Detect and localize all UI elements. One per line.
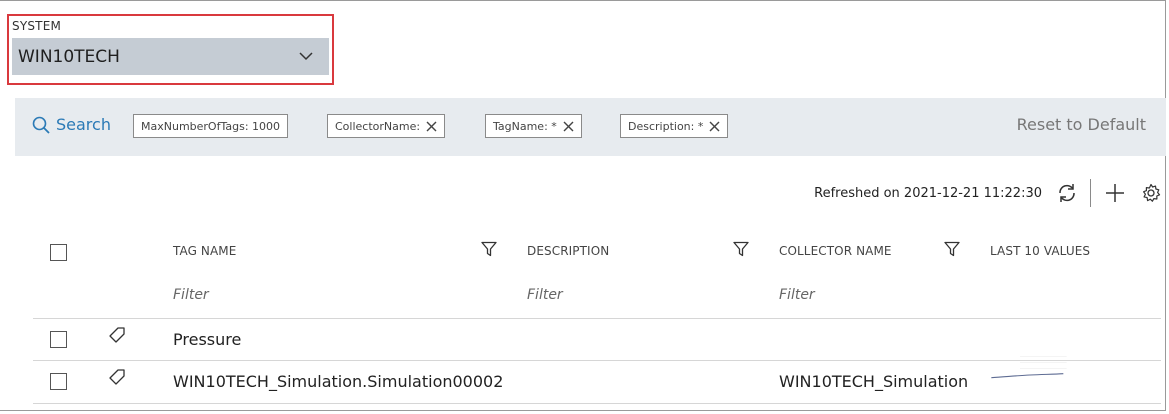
column-header-tag-name[interactable]: TAG NAME: [173, 244, 236, 258]
reset-to-default-button[interactable]: Reset to Default: [1017, 115, 1146, 134]
table-toolbar: Refreshed on 2021-12-21 11:22:30: [814, 178, 1161, 208]
filter-input-collector-name[interactable]: Filter: [779, 287, 815, 303]
filter-input-tag-name[interactable]: Filter: [173, 287, 209, 303]
close-icon[interactable]: [563, 121, 574, 132]
tag-name-cell[interactable]: WIN10TECH_Simulation.Simulation00002: [173, 372, 503, 391]
refresh-icon[interactable]: [1056, 182, 1078, 204]
column-header-last-10-values: LAST 10 VALUES: [990, 244, 1091, 258]
close-icon[interactable]: [709, 121, 720, 132]
row-divider: [33, 318, 1161, 319]
chevron-down-icon: [299, 52, 313, 62]
filter-icon[interactable]: [944, 241, 960, 257]
system-selected-value: WIN10TECH: [18, 46, 120, 67]
search-label: Search: [56, 115, 111, 134]
chip-label: CollectorName:: [335, 119, 421, 133]
collector-name-cell: WIN10TECH_Simulation: [779, 372, 969, 391]
refreshed-timestamp: Refreshed on 2021-12-21 11:22:30: [814, 185, 1042, 201]
select-all-checkbox[interactable]: [50, 244, 67, 261]
last-values-sparkline: [991, 356, 1067, 379]
system-label: SYSTEM: [12, 19, 62, 33]
chip-max-number-of-tags[interactable]: MaxNumberOfTags: 1000: [133, 114, 289, 138]
search-icon: [32, 116, 50, 134]
filter-icon[interactable]: [481, 241, 497, 257]
column-header-description[interactable]: DESCRIPTION: [527, 244, 609, 258]
chip-label: Description: *: [628, 119, 704, 133]
search-button[interactable]: Search: [32, 115, 111, 134]
tag-icon: [109, 327, 125, 343]
toolbar-divider: [1090, 179, 1091, 207]
chip-collector-name[interactable]: CollectorName:: [327, 114, 446, 138]
system-dropdown[interactable]: WIN10TECH: [12, 38, 329, 75]
search-bar: Search MaxNumberOfTags: 1000 CollectorNa…: [15, 98, 1166, 156]
row-divider: [33, 403, 1161, 404]
chip-label: MaxNumberOfTags: 1000: [141, 119, 281, 133]
filter-input-description[interactable]: Filter: [527, 287, 563, 303]
tag-icon: [109, 369, 125, 385]
tag-name-cell[interactable]: Pressure: [173, 330, 241, 349]
chip-description[interactable]: Description: *: [620, 114, 729, 138]
filter-icon[interactable]: [733, 241, 749, 257]
row-checkbox[interactable]: [50, 373, 67, 390]
plus-icon[interactable]: [1105, 183, 1125, 203]
chip-label: TagName: *: [493, 119, 557, 133]
close-icon[interactable]: [426, 121, 437, 132]
gear-icon[interactable]: [1141, 183, 1161, 203]
row-checkbox[interactable]: [50, 331, 67, 348]
chip-tag-name[interactable]: TagName: *: [485, 114, 582, 138]
column-header-collector-name[interactable]: COLLECTOR NAME: [779, 244, 892, 258]
